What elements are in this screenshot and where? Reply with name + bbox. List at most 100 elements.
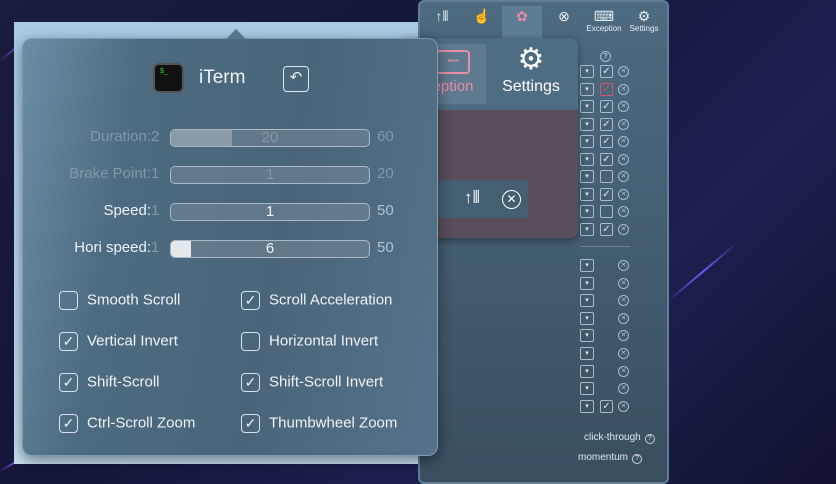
checkbox[interactable]: ✓ bbox=[59, 332, 78, 351]
row-checkbox[interactable]: ✓ bbox=[600, 135, 613, 148]
settings-tab[interactable]: ☝ bbox=[462, 8, 502, 24]
dropdown[interactable]: ▾ bbox=[580, 205, 594, 218]
slider-min: 2 bbox=[151, 128, 160, 145]
settings-tab[interactable]: ⚙ Settings bbox=[624, 8, 664, 33]
settings-tab[interactable]: ↑⦀ bbox=[422, 8, 462, 24]
row-checkbox[interactable]: ✓ bbox=[600, 222, 613, 236]
remove-icon[interactable]: ✕ bbox=[618, 260, 629, 271]
remove-icon[interactable]: ✕ bbox=[618, 330, 629, 342]
dropdown[interactable]: ▾ bbox=[580, 276, 594, 290]
checkbox-horizontal-invert[interactable]: Horizontal Invert bbox=[241, 332, 378, 351]
dropdown[interactable]: ▾ bbox=[580, 364, 594, 378]
checkbox[interactable]: ✓ bbox=[241, 414, 260, 433]
row-checkbox[interactable]: ✓ bbox=[600, 152, 613, 166]
checkbox[interactable] bbox=[241, 332, 260, 351]
slider-label: Speed: bbox=[103, 202, 151, 219]
remove-icon[interactable]: ✕ bbox=[618, 118, 629, 130]
app-icon: $_ bbox=[153, 63, 184, 93]
dropdown[interactable]: ▾ bbox=[580, 347, 594, 360]
checkbox[interactable]: ✓ bbox=[59, 373, 78, 392]
dropdown[interactable]: ▾ bbox=[580, 170, 594, 183]
slider[interactable]: 20 bbox=[170, 129, 370, 147]
dropdown[interactable]: ▾ bbox=[580, 117, 594, 131]
dropdown[interactable]: ▾ bbox=[580, 399, 594, 413]
dropdown[interactable]: ▾ bbox=[580, 152, 594, 166]
remove-icon[interactable]: ✕ bbox=[618, 383, 629, 395]
remove-icon[interactable]: ✕ bbox=[618, 295, 629, 307]
checkbox-vertical-invert[interactable]: ✓ Vertical Invert bbox=[59, 332, 178, 351]
remove-icon[interactable]: ✕ bbox=[618, 277, 629, 289]
remove-icon[interactable]: ✕ bbox=[618, 188, 629, 200]
checkbox[interactable] bbox=[59, 291, 78, 310]
tab-settings[interactable]: ⚙ Settings bbox=[496, 44, 566, 96]
row-checkbox[interactable] bbox=[600, 170, 613, 183]
dropdown[interactable]: ▾ bbox=[580, 382, 594, 396]
remove-icon[interactable]: ✕ bbox=[618, 400, 629, 412]
checkbox-shift-scroll[interactable]: ✓ Shift-Scroll bbox=[59, 373, 160, 392]
app-row: ▾ ✕ bbox=[580, 294, 630, 308]
checkbox-thumbwheel-zoom[interactable]: ✓ Thumbwheel Zoom bbox=[241, 414, 397, 433]
remove-icon[interactable]: ✕ bbox=[618, 101, 629, 112]
slider[interactable]: 6 bbox=[170, 240, 370, 258]
remove-icon[interactable]: ✕ bbox=[618, 136, 629, 147]
dropdown[interactable]: ▾ bbox=[580, 222, 594, 236]
dropdown[interactable]: ▾ bbox=[580, 135, 594, 148]
remove-icon[interactable]: ✕ bbox=[618, 348, 629, 359]
row-checkbox[interactable]: ✓ bbox=[600, 117, 613, 131]
checkbox[interactable]: ✓ bbox=[59, 414, 78, 433]
row-checkbox[interactable] bbox=[600, 205, 613, 218]
app-row: ▾ ✕ bbox=[580, 347, 630, 361]
slider[interactable]: 1 bbox=[170, 203, 370, 221]
dropdown[interactable]: ▾ bbox=[580, 259, 594, 272]
settings-tab[interactable]: ✿ bbox=[502, 6, 542, 40]
checkbox[interactable]: ✓ bbox=[241, 291, 260, 310]
slider-row: Speed: 1 1 50 bbox=[23, 202, 439, 222]
app-row: ▾ ✓ ✕ bbox=[580, 222, 630, 237]
checkbox-scroll-acceleration[interactable]: ✓ Scroll Acceleration bbox=[241, 291, 392, 310]
dropdown[interactable]: ▾ bbox=[580, 294, 594, 308]
remove-icon[interactable]: ✕ bbox=[618, 83, 629, 95]
help-icon[interactable]: ? bbox=[632, 454, 643, 464]
app-name: iTerm bbox=[199, 67, 246, 88]
slider-label: Duration: bbox=[90, 128, 151, 145]
checkbox-smooth-scroll[interactable]: Smooth Scroll bbox=[59, 291, 180, 310]
row-checkbox[interactable]: ✓ bbox=[600, 82, 613, 96]
slider[interactable]: 1 bbox=[170, 166, 370, 184]
dropdown[interactable]: ▾ bbox=[580, 187, 594, 201]
row-checkbox[interactable]: ✓ bbox=[600, 100, 613, 113]
dropdown[interactable]: ▾ bbox=[580, 329, 594, 343]
remove-icon[interactable]: ✕ bbox=[502, 190, 521, 209]
keyboard-icon: ▪▪▪▪ bbox=[436, 50, 470, 74]
remove-icon[interactable]: ✕ bbox=[618, 171, 629, 182]
settings-tab[interactable]: ⊗ bbox=[544, 8, 584, 24]
remove-icon[interactable]: ✕ bbox=[618, 223, 629, 235]
dropdown[interactable]: ▾ bbox=[580, 100, 594, 113]
divider bbox=[580, 246, 630, 247]
reset-button[interactable]: ↶ bbox=[283, 66, 309, 92]
slider-value: 1 bbox=[265, 203, 275, 220]
remove-icon[interactable]: ✕ bbox=[618, 312, 629, 324]
remove-icon[interactable]: ✕ bbox=[618, 365, 629, 377]
row-checkbox[interactable]: ✓ bbox=[600, 65, 613, 78]
help-icon[interactable]: ? bbox=[600, 51, 611, 62]
option-click-through[interactable]: click-through? bbox=[584, 432, 655, 444]
option-momentum[interactable]: momentum? bbox=[578, 452, 643, 464]
row-checkbox[interactable]: ✓ bbox=[600, 187, 613, 201]
checkbox-shift-scroll-invert[interactable]: ✓ Shift-Scroll Invert bbox=[241, 373, 383, 392]
dropdown[interactable]: ▾ bbox=[580, 311, 594, 325]
settings-tab[interactable]: ⌨ Exception bbox=[584, 8, 624, 33]
app-settings-popover: $_ iTerm ↶ Duration: 2 20 60 Brake Point… bbox=[22, 29, 439, 456]
keyboard-icon: ⌨ bbox=[593, 8, 615, 24]
checkbox[interactable]: ✓ bbox=[241, 373, 260, 392]
remove-icon[interactable]: ✕ bbox=[618, 66, 629, 77]
slider-row: Brake Point: 1 1 20 bbox=[23, 165, 439, 185]
dropdown[interactable]: ▾ bbox=[580, 82, 594, 96]
remove-icon[interactable]: ✕ bbox=[618, 153, 629, 165]
remove-icon[interactable]: ✕ bbox=[618, 206, 629, 217]
app-row: ▾ ✕ bbox=[580, 259, 630, 273]
slider-max: 50 bbox=[377, 202, 394, 219]
dropdown[interactable]: ▾ bbox=[580, 65, 594, 78]
row-checkbox[interactable]: ✓ bbox=[600, 399, 613, 413]
help-icon[interactable]: ? bbox=[644, 434, 655, 444]
checkbox-ctrl-scroll-zoom[interactable]: ✓ Ctrl-Scroll Zoom bbox=[59, 414, 195, 433]
